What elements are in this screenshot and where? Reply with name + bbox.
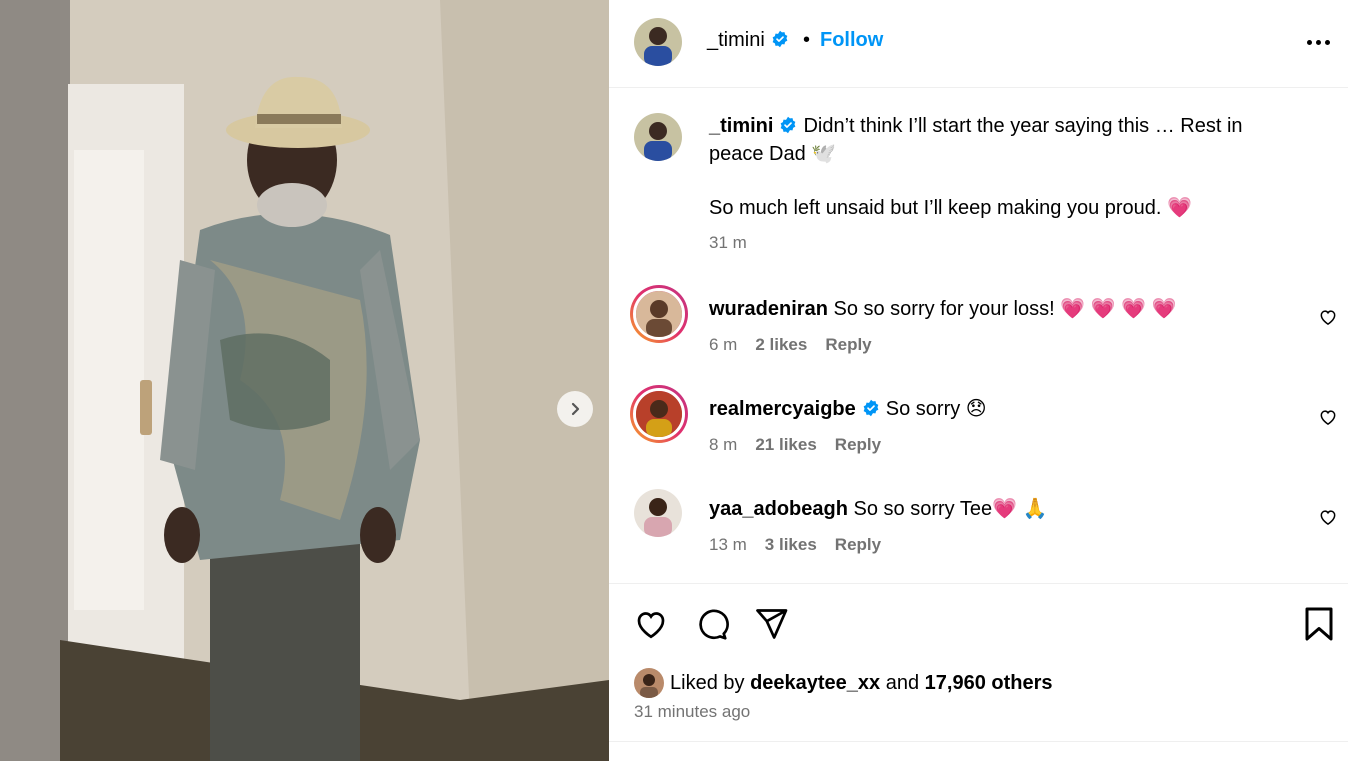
divider xyxy=(609,741,1348,742)
comment-time: 13 m xyxy=(709,535,747,554)
liker-username[interactable]: deekaytee_xx xyxy=(750,672,880,695)
photo-image xyxy=(0,0,609,761)
chevron-right-icon xyxy=(571,402,580,416)
comment-body: So sorry 😞 xyxy=(885,398,987,420)
caption-timestamp: 31 m xyxy=(709,233,747,252)
comment-likes[interactable]: 3 likes xyxy=(765,535,817,555)
likes-summary: Liked by deekaytee_xx and 17,960 others xyxy=(634,668,1053,698)
likes-and: and xyxy=(885,671,920,694)
comment-likes[interactable]: 2 likes xyxy=(755,335,807,355)
heart-icon[interactable] xyxy=(633,606,669,642)
author-username[interactable]: _timini xyxy=(707,29,789,52)
liker-avatar[interactable] xyxy=(634,668,664,698)
more-options-icon[interactable] xyxy=(1307,40,1330,45)
post-time-ago: 31 minutes ago xyxy=(634,702,751,721)
comment-body: So so sorry for your loss! 💗 💗 💗 💗 xyxy=(833,298,1177,320)
post-caption: _timini Didn’t think I’ll start the year … xyxy=(709,112,1269,222)
comment-heart-icon[interactable] xyxy=(1318,507,1338,527)
author-username-text[interactable]: _timini xyxy=(707,29,765,51)
author-avatar[interactable] xyxy=(634,18,682,66)
commenter-avatar[interactable] xyxy=(630,285,688,343)
post-actions: Liked by deekaytee_xx and 17,960 others … xyxy=(609,583,1348,761)
comment-heart-icon[interactable] xyxy=(1318,407,1338,427)
header-separator: • xyxy=(803,29,811,51)
comment-meta: 13 m 3 likes Reply xyxy=(709,535,881,555)
likes-prefix: Liked by xyxy=(670,671,745,694)
reply-button[interactable]: Reply xyxy=(835,535,881,555)
post-photo xyxy=(0,0,609,761)
comment-username[interactable]: realmercyaigbe xyxy=(709,398,856,420)
commenter-avatar[interactable] xyxy=(634,489,682,537)
comment-item: wuradeniran So so sorry for your loss! 💗… xyxy=(609,285,1348,369)
commenter-avatar[interactable] xyxy=(630,385,688,443)
caption-username[interactable]: _timini xyxy=(709,115,773,137)
verified-badge-icon xyxy=(772,30,788,47)
comment-text: realmercyaigbe So sorry 😞 xyxy=(709,396,987,421)
verified-badge-icon xyxy=(781,116,796,133)
caption-text-line2: So much left unsaid but I’ll keep making… xyxy=(709,197,1192,219)
reply-button[interactable]: Reply xyxy=(835,435,881,455)
comment-time: 6 m xyxy=(709,335,738,354)
follow-button[interactable]: Follow xyxy=(820,29,883,52)
post-side-panel: _timini • Follow _timini Didn’t think I’l… xyxy=(609,0,1348,761)
comment-username[interactable]: yaa_adobeagh xyxy=(709,498,848,520)
comment-meta: 8 m 21 likes Reply xyxy=(709,435,881,455)
comment-body: So so sorry Tee💗 🙏 xyxy=(853,498,1048,520)
next-photo-button[interactable] xyxy=(557,391,593,427)
comment-meta: 6 m 2 likes Reply xyxy=(709,335,872,355)
likes-others[interactable]: 17,960 others xyxy=(925,672,1053,695)
comment-item: realmercyaigbe So sorry 😞 8 m 21 likes Re… xyxy=(609,385,1348,469)
verified-badge-icon xyxy=(863,399,879,416)
bookmark-icon[interactable] xyxy=(1303,606,1335,642)
share-icon[interactable] xyxy=(753,606,789,642)
comment-icon[interactable] xyxy=(693,606,729,642)
comment-text: wuradeniran So so sorry for your loss! 💗… xyxy=(709,296,1177,321)
caption-avatar[interactable] xyxy=(634,113,682,161)
reply-button[interactable]: Reply xyxy=(825,335,871,355)
comment-heart-icon[interactable] xyxy=(1318,307,1338,327)
comment-username[interactable]: wuradeniran xyxy=(709,298,828,320)
comment-item: yaa_adobeagh So so sorry Tee💗 🙏 13 m 3 l… xyxy=(609,489,1348,569)
comment-text: yaa_adobeagh So so sorry Tee💗 🙏 xyxy=(709,496,1047,521)
post-header: _timini • Follow xyxy=(609,0,1348,88)
comment-time: 8 m xyxy=(709,435,738,454)
comment-likes[interactable]: 21 likes xyxy=(755,435,816,455)
